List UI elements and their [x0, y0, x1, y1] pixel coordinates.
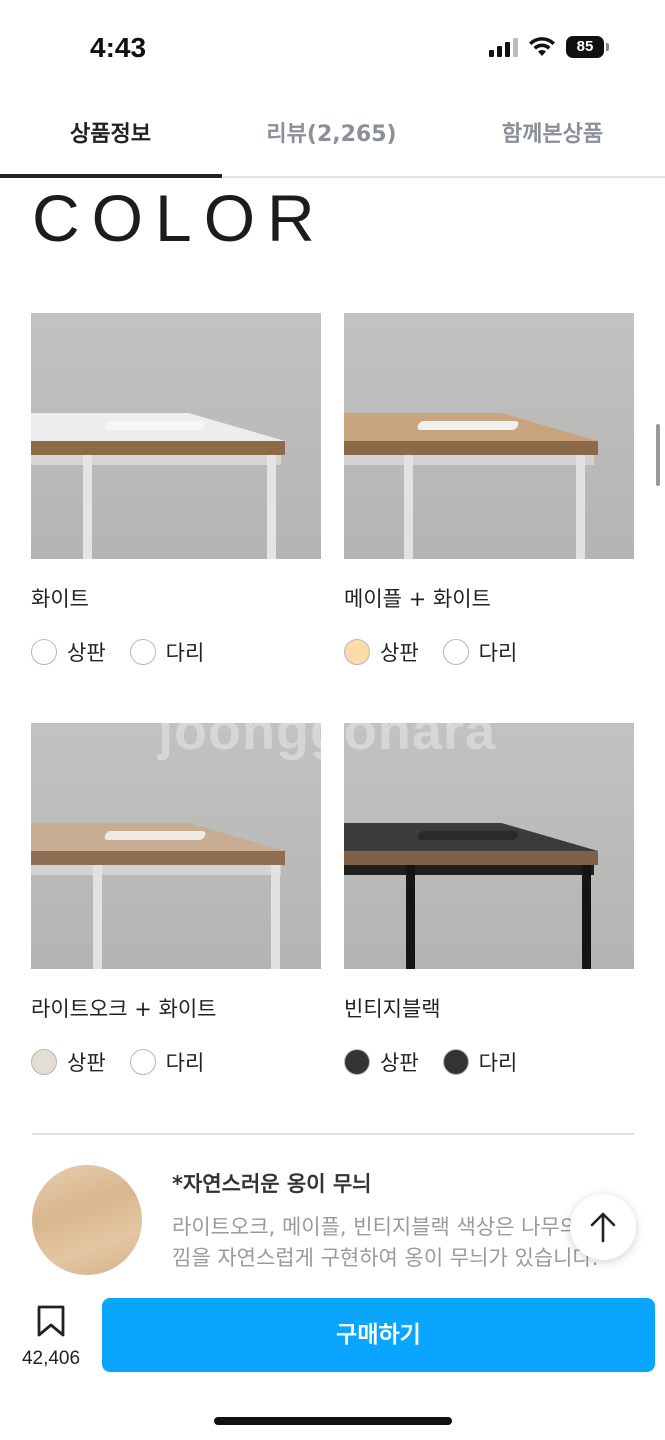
buy-button[interactable]: 구매하기 — [102, 1298, 655, 1372]
watermark: joonggonara — [158, 701, 496, 761]
status-icons: 85 — [489, 36, 609, 58]
product-name: 라이트오크 + 화이트 — [31, 997, 217, 1021]
divider — [32, 1133, 634, 1135]
color-options: 상판 다리 — [344, 637, 634, 667]
cellular-signal-icon — [489, 37, 518, 57]
home-indicator — [214, 1417, 452, 1425]
top-label: 상판 — [67, 1051, 106, 1075]
color-options: 상판 다리 — [344, 1047, 634, 1077]
wood-grain-sample-image — [32, 1165, 142, 1275]
product-image — [31, 313, 321, 559]
status-bar: 4:43 85 — [0, 0, 665, 100]
top-label: 상판 — [67, 641, 106, 665]
scrollbar[interactable] — [656, 424, 660, 486]
leg-swatch[interactable] — [129, 1049, 156, 1075]
product-name: 화이트 — [31, 587, 89, 611]
leg-label: 다리 — [165, 1051, 205, 1075]
bottom-action-bar: 42,406 구매하기 — [0, 1290, 665, 1440]
leg-swatch[interactable] — [442, 639, 469, 665]
wifi-icon — [529, 37, 555, 56]
arrow-up-icon — [590, 1212, 616, 1243]
battery-icon: 85 — [566, 36, 609, 58]
bookmark-icon — [37, 1305, 65, 1337]
product-name: 메이플 + 화이트 — [344, 587, 491, 611]
bookmark-button[interactable]: 42,406 — [16, 1304, 86, 1370]
leg-label: 다리 — [478, 641, 518, 665]
top-label: 상판 — [380, 1051, 419, 1075]
top-swatch[interactable] — [31, 639, 57, 665]
product-image — [344, 313, 634, 559]
product-card-white[interactable]: 화이트 상판 다리 — [31, 313, 321, 667]
leg-label: 다리 — [478, 1051, 518, 1075]
tab-reviews[interactable]: 리뷰(2,265) — [221, 100, 442, 176]
tab-bar: 상품정보 리뷰(2,265) 함께본상품 — [0, 100, 665, 178]
feature-title: *자연스러운 옹이 무늬 — [172, 1172, 372, 1196]
tab-product-info[interactable]: 상품정보 — [0, 100, 222, 178]
status-time: 4:43 — [90, 32, 147, 63]
top-swatch[interactable] — [31, 1049, 57, 1075]
tab-related-products[interactable]: 함께본상품 — [442, 100, 663, 176]
leg-swatch[interactable] — [442, 1049, 469, 1075]
top-swatch[interactable] — [344, 639, 370, 665]
product-card-vintage-black[interactable]: 빈티지블랙 상판 다리 — [344, 723, 634, 1077]
product-card-maple-white[interactable]: 메이플 + 화이트 상판 다리 — [344, 313, 634, 667]
section-title: COLOR — [32, 181, 327, 255]
feature-description: 라이트오크, 메이플, 빈티지블랙 색상은 나무의 느낌을 자연스럽게 구현하여… — [172, 1215, 606, 1270]
leg-label: 다리 — [165, 641, 205, 665]
bookmark-count: 42,406 — [21, 1348, 81, 1369]
scroll-to-top-button[interactable] — [570, 1194, 636, 1260]
color-options: 상판 다리 — [31, 1047, 321, 1077]
leg-swatch[interactable] — [129, 639, 156, 665]
top-swatch[interactable] — [344, 1049, 370, 1075]
top-label: 상판 — [380, 641, 419, 665]
product-card-light-oak-white[interactable]: 라이트오크 + 화이트 상판 다리 — [31, 723, 321, 1077]
battery-level: 85 — [566, 36, 604, 58]
color-options: 상판 다리 — [31, 637, 321, 667]
product-name: 빈티지블랙 — [344, 997, 441, 1021]
